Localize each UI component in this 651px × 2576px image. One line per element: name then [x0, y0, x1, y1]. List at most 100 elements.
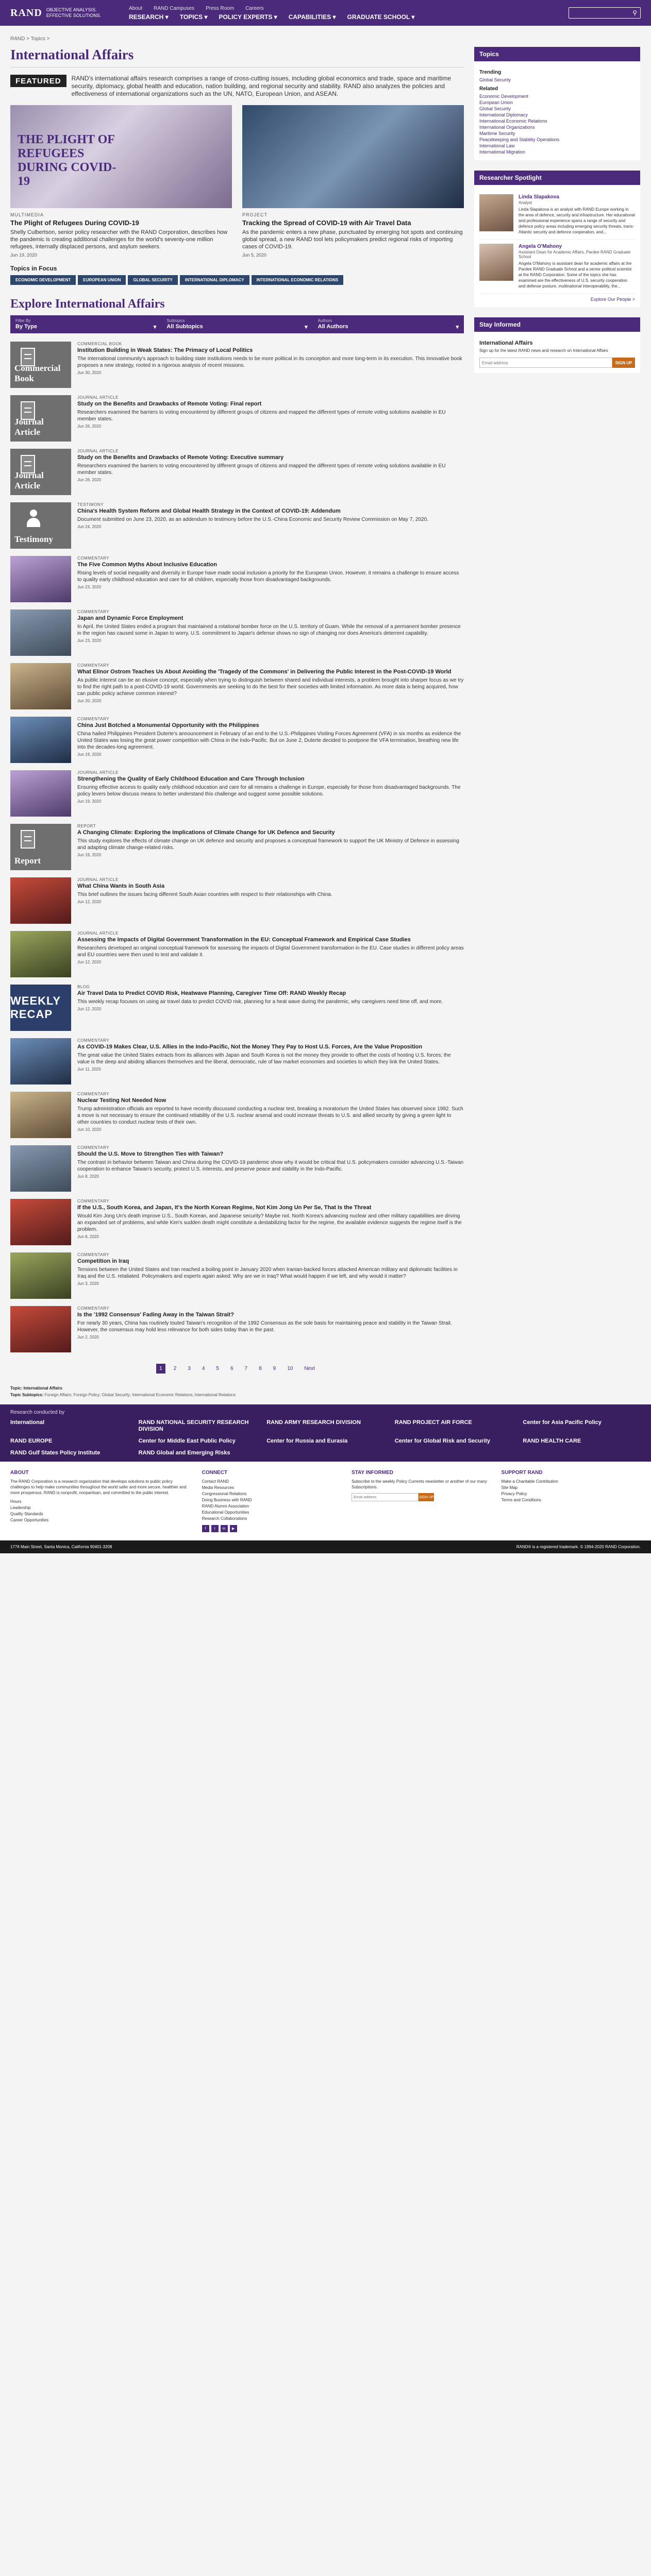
- list-item[interactable]: JOURNAL ARTICLE What China Wants in South…: [10, 877, 464, 931]
- footer-signup-button[interactable]: SIGN UP: [419, 1493, 435, 1501]
- nav-item[interactable]: GRADUATE SCHOOL ▾: [347, 13, 415, 21]
- topic-in-focus-tag[interactable]: ECONOMIC DEVELOPMENT: [10, 275, 76, 285]
- list-item[interactable]: Commercial Book COMMERCIAL BOOK Institutio…: [10, 342, 464, 395]
- related-topic-link[interactable]: International Diplomacy: [479, 112, 635, 118]
- list-item[interactable]: JOURNAL ARTICLE Assessing the Impacts of …: [10, 931, 464, 985]
- listing-thumbnail[interactable]: [10, 556, 71, 602]
- avatar[interactable]: [479, 244, 513, 281]
- footer-link[interactable]: Privacy Policy: [502, 1491, 641, 1497]
- page-link[interactable]: 1: [156, 1364, 165, 1374]
- research-unit-link[interactable]: RAND PROJECT AIR FORCE: [395, 1419, 513, 1433]
- footer-link[interactable]: Hours: [10, 1499, 192, 1505]
- footer-link[interactable]: Media Resources: [202, 1485, 341, 1491]
- research-unit-link[interactable]: Center for Asia Pacific Policy: [523, 1419, 641, 1433]
- page-link[interactable]: 6: [227, 1364, 237, 1374]
- footer-link[interactable]: RAND Alumni Association: [202, 1503, 341, 1510]
- footer-link[interactable]: Site Map: [502, 1485, 641, 1491]
- research-unit-link[interactable]: RAND ARMY RESEARCH DIVISION: [266, 1419, 385, 1433]
- page-link[interactable]: 4: [199, 1364, 208, 1374]
- sidebar-signup-button[interactable]: SIGN UP: [612, 358, 635, 368]
- youtube-icon[interactable]: ▶: [229, 1525, 237, 1532]
- linkedin-icon[interactable]: in: [220, 1525, 228, 1532]
- listing-thumbnail[interactable]: WEEKLY RECAP: [10, 985, 71, 1031]
- related-topic-link[interactable]: European Union: [479, 99, 635, 106]
- rand-logo[interactable]: RAND OBJECTIVE ANALYSIS. EFFECTIVE SOLUTI…: [10, 7, 129, 19]
- listing-thumbnail[interactable]: [10, 717, 71, 763]
- research-unit-link[interactable]: RAND Global and Emerging Risks: [139, 1450, 257, 1456]
- hero-image[interactable]: [242, 105, 464, 208]
- listing-thumbnail[interactable]: [10, 663, 71, 709]
- expert-card[interactable]: Linda Slapakova Analyst Linda Slapakova is…: [479, 190, 635, 240]
- page-link[interactable]: 2: [171, 1364, 180, 1374]
- research-unit-link[interactable]: International: [10, 1419, 128, 1433]
- list-item-title[interactable]: Nuclear Testing Not Needed Now: [77, 1097, 464, 1104]
- topic-in-focus-tag[interactable]: INTERNATIONAL ECONOMIC RELATIONS: [251, 275, 344, 285]
- list-item[interactable]: COMMENTARY Should the U.S. Move to Streng…: [10, 1145, 464, 1199]
- list-item[interactable]: COMMENTARY As COVID-19 Makes Clear, U.S. …: [10, 1038, 464, 1092]
- research-unit-link[interactable]: RAND EUROPE: [10, 1438, 128, 1445]
- nav-item[interactable]: TOPICS ▾: [180, 13, 208, 21]
- list-item[interactable]: WEEKLY RECAP BLOG Air Travel Data to Predi…: [10, 985, 464, 1038]
- related-topic-link[interactable]: International Migration: [479, 149, 635, 155]
- utility-link[interactable]: Careers: [245, 6, 264, 11]
- footer-link[interactable]: Career Opportunities: [10, 1517, 192, 1523]
- listing-thumbnail[interactable]: [10, 1252, 71, 1299]
- listing-thumbnail[interactable]: Testimony: [10, 502, 71, 549]
- research-unit-link[interactable]: RAND Gulf States Policy Institute: [10, 1450, 128, 1456]
- listing-thumbnail[interactable]: [10, 1199, 71, 1245]
- nav-item[interactable]: POLICY EXPERTS ▾: [219, 13, 277, 21]
- filter-dropdown[interactable]: Filter By By Type ▾: [15, 318, 156, 330]
- listing-thumbnail[interactable]: Journal Article: [10, 449, 71, 495]
- footer-link[interactable]: Make a Charitable Contribution: [502, 1479, 641, 1485]
- page-link[interactable]: 9: [270, 1364, 279, 1374]
- facebook-icon[interactable]: f: [202, 1525, 209, 1532]
- list-item-title[interactable]: Strengthening the Quality of Early Child…: [77, 776, 464, 783]
- twitter-icon[interactable]: t: [211, 1525, 219, 1532]
- related-topic-link[interactable]: International Law: [479, 143, 635, 149]
- list-item[interactable]: COMMENTARY What Elinor Ostrom Teaches Us …: [10, 663, 464, 717]
- list-item[interactable]: COMMENTARY The Five Common Myths About In…: [10, 556, 464, 609]
- listing-thumbnail[interactable]: [10, 1038, 71, 1084]
- footer-link[interactable]: Research Collaborations: [202, 1516, 341, 1522]
- list-item-title[interactable]: Is the '1992 Consensus' Fading Away in t…: [77, 1312, 464, 1318]
- nav-item[interactable]: CAPABILITIES ▾: [289, 13, 336, 21]
- list-item[interactable]: JOURNAL ARTICLE Strengthening the Quality…: [10, 770, 464, 824]
- related-topic-link[interactable]: Maritime Security: [479, 130, 635, 137]
- listing-thumbnail[interactable]: [10, 1092, 71, 1138]
- list-item-title[interactable]: Competition in Iraq: [77, 1258, 464, 1265]
- page-link[interactable]: 5: [213, 1364, 222, 1374]
- hero-card[interactable]: THE PLIGHT OF REFUGEES DURING COVID-19 MU…: [10, 105, 232, 258]
- research-unit-link[interactable]: Center for Global Risk and Security: [395, 1438, 513, 1445]
- list-item-title[interactable]: Study on the Benefits and Drawbacks of R…: [77, 401, 464, 408]
- list-item[interactable]: Journal Article JOURNAL ARTICLE Study on t…: [10, 395, 464, 449]
- list-item[interactable]: Report REPORT A Changing Climate: Explorin…: [10, 824, 464, 877]
- listing-thumbnail[interactable]: [10, 1306, 71, 1352]
- list-item-title[interactable]: What Elinor Ostrom Teaches Us About Avoi…: [77, 669, 464, 675]
- explore-people-link[interactable]: Explore Our People >: [479, 294, 635, 302]
- listing-thumbnail[interactable]: [10, 770, 71, 817]
- list-item[interactable]: COMMENTARY Japan and Dynamic Force Employ…: [10, 609, 464, 663]
- page-link[interactable]: 8: [256, 1364, 265, 1374]
- related-topic-link[interactable]: International Organizations: [479, 124, 635, 130]
- footer-link[interactable]: Congressional Relations: [202, 1491, 341, 1497]
- research-unit-link[interactable]: RAND NATIONAL SECURITY RESEARCH DIVISION: [139, 1419, 257, 1433]
- topic-in-focus-tag[interactable]: GLOBAL SECURITY: [128, 275, 178, 285]
- list-item-title[interactable]: If the U.S., South Korea, and Japan, It'…: [77, 1205, 464, 1211]
- related-topic-link[interactable]: International Economic Relations: [479, 118, 635, 124]
- list-item[interactable]: COMMENTARY Competition in Iraq Tensions be…: [10, 1252, 464, 1306]
- hero-card[interactable]: PROJECT Tracking the Spread of COVID-19 w…: [242, 105, 464, 258]
- list-item-title[interactable]: What China Wants in South Asia: [77, 883, 464, 890]
- footer-link[interactable]: Leadership: [10, 1505, 192, 1511]
- expert-name[interactable]: Linda Slapakova: [519, 194, 635, 200]
- list-item-title[interactable]: China Just Botched a Monumental Opportun…: [77, 722, 464, 729]
- listing-thumbnail[interactable]: [10, 1145, 71, 1192]
- list-item-title[interactable]: Japan and Dynamic Force Employment: [77, 615, 464, 622]
- next-page-link[interactable]: Next: [301, 1364, 318, 1374]
- footer-email-input[interactable]: [352, 1493, 419, 1501]
- list-item-title[interactable]: The Five Common Myths About Inclusive Ed…: [77, 562, 464, 568]
- listing-thumbnail[interactable]: Journal Article: [10, 395, 71, 442]
- utility-link[interactable]: About: [129, 6, 142, 11]
- avatar[interactable]: [479, 194, 513, 231]
- hero-title[interactable]: Tracking the Spread of COVID-19 with Air…: [242, 219, 464, 227]
- hero-image[interactable]: THE PLIGHT OF REFUGEES DURING COVID-19: [10, 105, 232, 208]
